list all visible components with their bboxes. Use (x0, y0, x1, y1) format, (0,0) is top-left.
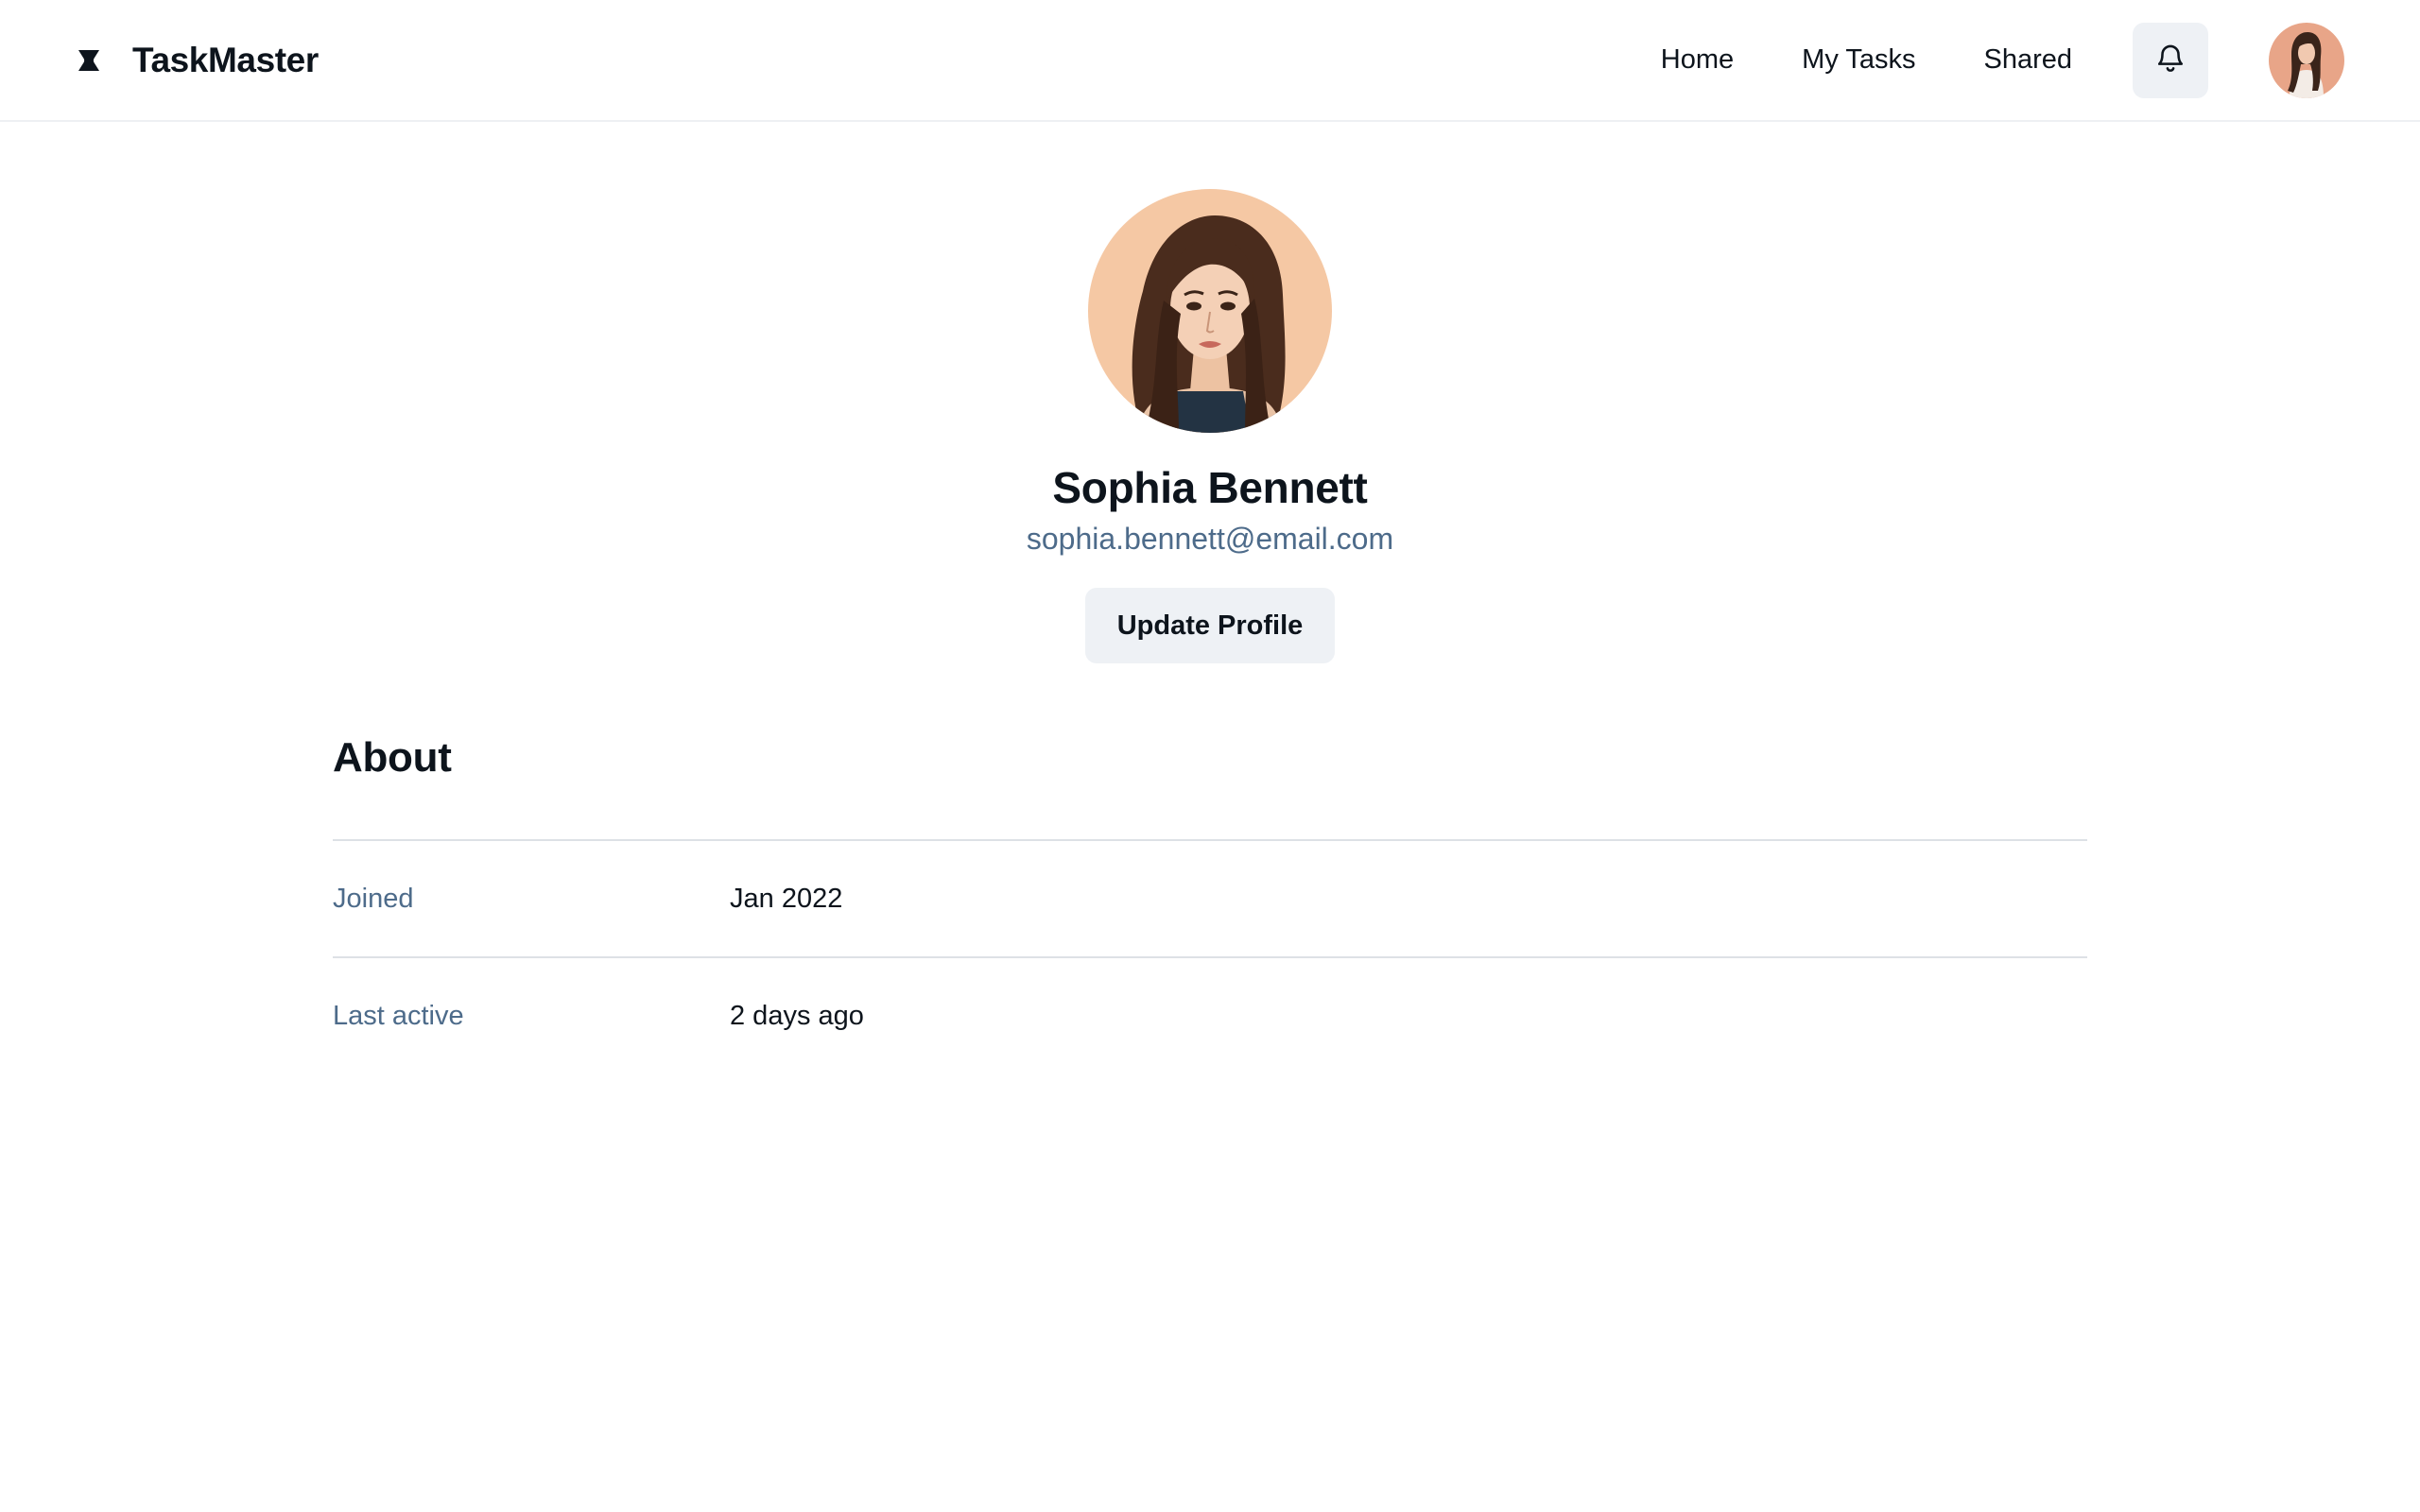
bell-icon (2154, 42, 2187, 78)
about-row-last-active: Last active 2 days ago (333, 956, 2087, 1074)
update-profile-button[interactable]: Update Profile (1085, 588, 1335, 663)
about-list: Joined Jan 2022 Last active 2 days ago (333, 839, 2087, 1074)
app-name: TaskMaster (132, 40, 319, 79)
brand[interactable]: TaskMaster (76, 41, 319, 80)
profile-header: Sophia Bennett sophia.bennett@email.com … (0, 189, 2420, 663)
about-section: About Joined Jan 2022 Last active 2 days… (333, 728, 2087, 1074)
user-avatar[interactable] (2269, 22, 2344, 98)
nav-my-tasks[interactable]: My Tasks (1802, 44, 1915, 76)
notifications-button[interactable] (2133, 22, 2208, 98)
profile-name: Sophia Bennett (1052, 463, 1368, 512)
nav-home[interactable]: Home (1661, 44, 1734, 76)
about-label: Joined (333, 883, 414, 914)
about-row-joined: Joined Jan 2022 (333, 839, 2087, 956)
profile-avatar (1088, 189, 1332, 433)
about-title: About (333, 734, 452, 781)
main-nav: Home My Tasks Shared (1661, 44, 2072, 76)
hourglass-logo-icon (76, 47, 102, 74)
about-label: Last active (333, 1000, 464, 1031)
about-value: Jan 2022 (730, 883, 843, 914)
header-actions: Home My Tasks Shared (1661, 22, 2344, 98)
nav-shared[interactable]: Shared (1983, 44, 2072, 76)
top-bar: TaskMaster Home My Tasks Shared (0, 0, 2420, 122)
about-value: 2 days ago (730, 1000, 864, 1031)
profile-email: sophia.bennett@email.com (1026, 522, 1394, 556)
